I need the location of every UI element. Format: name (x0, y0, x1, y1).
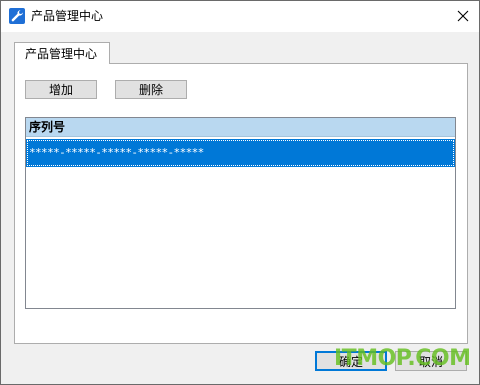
watermark: ITMOP.COM (334, 346, 471, 371)
tab-product-management[interactable]: 产品管理中心 (14, 42, 110, 64)
window-title: 产品管理中心 (31, 9, 104, 23)
wrench-icon (9, 8, 25, 24)
add-button[interactable]: 增加 (25, 80, 97, 99)
list-item[interactable]: *****-*****-*****-*****-***** (26, 139, 455, 167)
delete-button[interactable]: 删除 (115, 80, 187, 99)
serial-number: *****-*****-*****-*****-***** (29, 146, 204, 159)
close-icon (457, 10, 469, 22)
column-header-label: 序列号 (29, 120, 66, 134)
tab-label: 产品管理中心 (25, 47, 98, 61)
title-bar[interactable]: 产品管理中心 (1, 1, 479, 32)
serial-list[interactable]: 序列号 *****-*****-*****-*****-***** (25, 117, 456, 309)
column-header-serial[interactable]: 序列号 (26, 118, 455, 137)
dialog-window: 产品管理中心 产品管理中心 增加 删除 序列号 *****-*****-****… (0, 0, 480, 385)
close-button[interactable] (447, 1, 479, 32)
